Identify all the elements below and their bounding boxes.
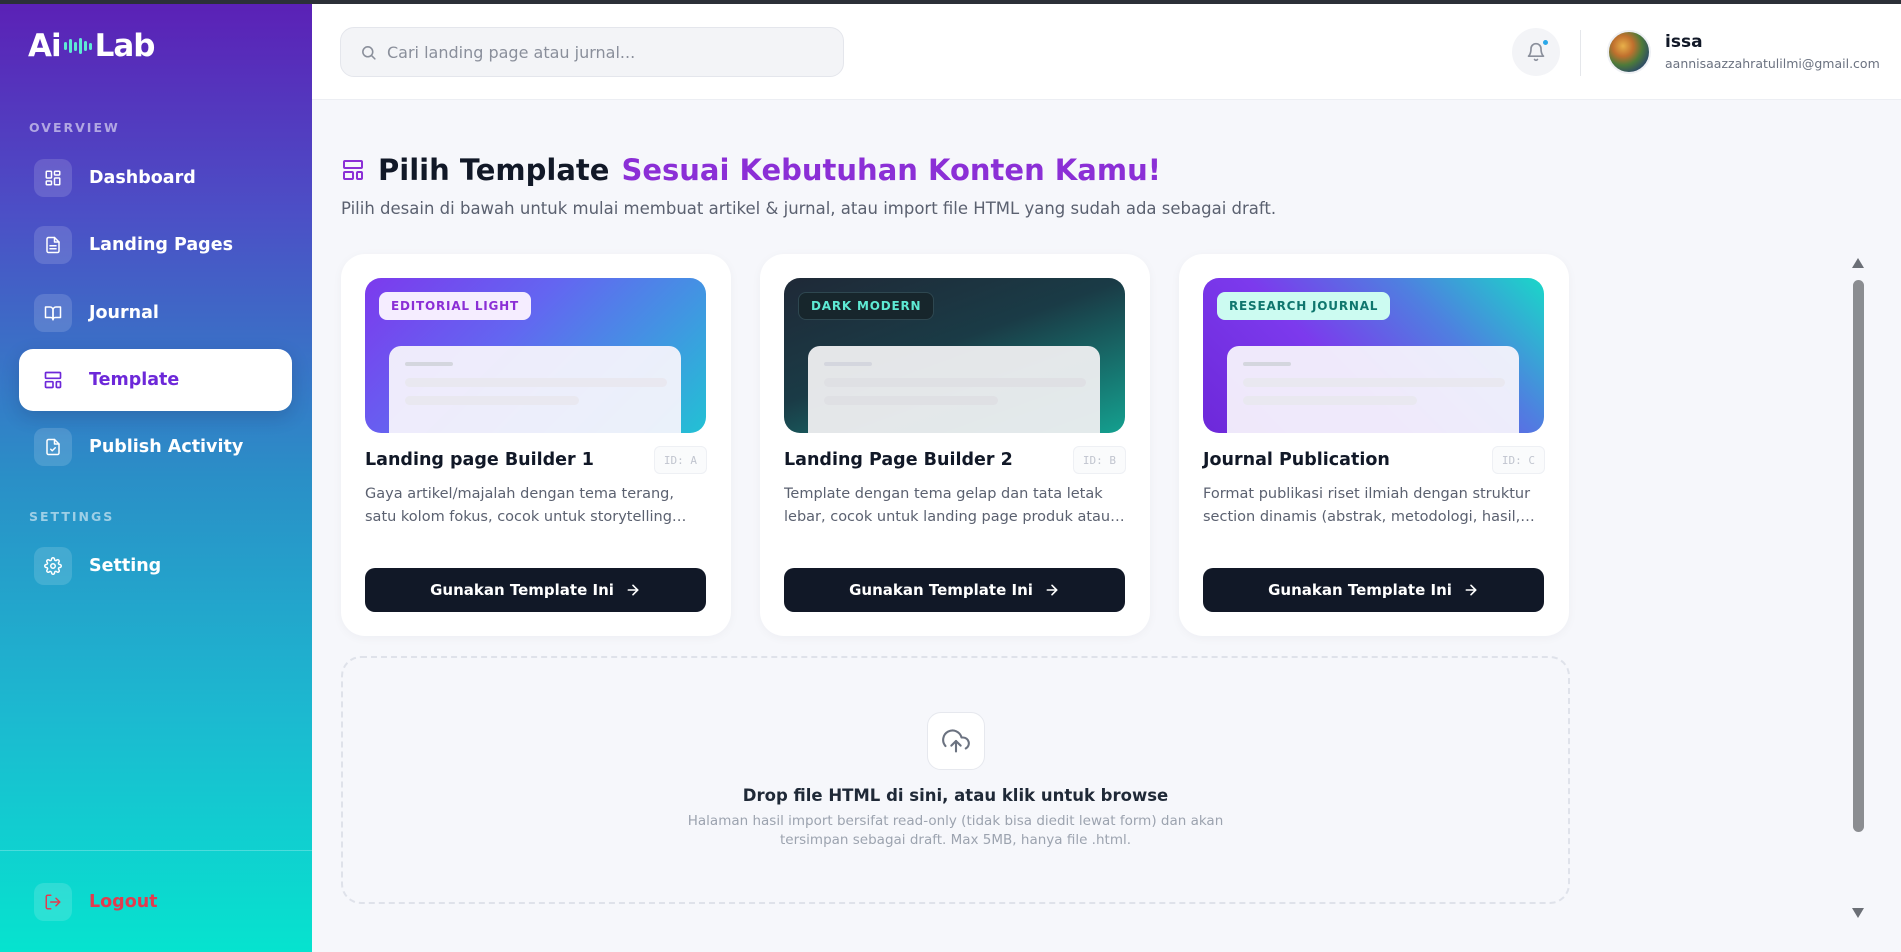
arrow-right-icon — [1463, 582, 1479, 598]
use-template-label: Gunakan Template Ini — [1268, 581, 1452, 599]
page-title-text: Pilih Template — [378, 153, 610, 187]
logo-text-left: Ai — [28, 28, 62, 64]
file-check-icon — [34, 428, 72, 466]
template-id-badge: ID: C — [1491, 446, 1545, 474]
logout-button[interactable]: Logout — [19, 871, 292, 933]
search-bar[interactable] — [340, 27, 844, 77]
logout-icon — [34, 883, 72, 921]
scroll-down-arrow-icon[interactable] — [1852, 908, 1864, 918]
template-description: Template dengan tema gelap dan tata leta… — [784, 486, 1111, 525]
sidebar-item-template[interactable]: Template — [19, 349, 292, 411]
book-open-icon — [34, 294, 72, 332]
template-title: Landing Page Builder 2 — [784, 450, 1013, 470]
notification-button[interactable] — [1512, 28, 1560, 76]
use-template-button[interactable]: Gunakan Template Ini — [365, 568, 706, 612]
sidebar-item-label: Setting — [89, 556, 162, 576]
template-id-badge: ID: B — [1072, 446, 1126, 474]
layout-template-icon — [34, 361, 72, 399]
template-card-editorial-light: EDITORIAL LIGHT Landing page Builder 1 I… — [341, 254, 731, 636]
use-template-button[interactable]: Gunakan Template Ini — [1203, 568, 1544, 612]
logout-label: Logout — [89, 892, 158, 912]
sidebar-item-setting[interactable]: Setting — [19, 535, 292, 597]
arrow-right-icon — [1044, 582, 1060, 598]
app-logo[interactable]: Ai Lab — [28, 26, 155, 66]
avatar[interactable] — [1607, 30, 1651, 74]
sidebar: Ai Lab OVERVIEW Dashboard Landing Pages … — [0, 4, 312, 952]
template-card-research-journal: RESEARCH JOURNAL Journal Publication ID:… — [1179, 254, 1569, 636]
waveform-icon — [63, 31, 92, 61]
dashboard-icon — [34, 159, 72, 197]
template-preview[interactable]: EDITORIAL LIGHT — [365, 278, 706, 433]
page-title-accent: Sesuai Kebutuhan Konten Kamu! — [621, 153, 1161, 187]
sidebar-item-dashboard[interactable]: Dashboard — [19, 147, 292, 209]
template-description: Gaya artikel/majalah dengan tema terang,… — [365, 486, 674, 525]
sidebar-item-publish-activity[interactable]: Publish Activity — [19, 416, 292, 478]
sidebar-item-label: Publish Activity — [89, 437, 244, 457]
upload-cloud-icon — [927, 712, 985, 770]
preview-mockup — [389, 346, 681, 433]
sidebar-item-label: Dashboard — [89, 168, 196, 188]
gear-icon — [34, 547, 72, 585]
dropzone-title: Drop file HTML di sini, atau klik untuk … — [742, 786, 1169, 805]
sidebar-divider — [0, 850, 312, 851]
sidebar-item-label: Journal — [89, 303, 159, 323]
notification-dot — [1541, 38, 1550, 47]
sidebar-item-label: Template — [89, 370, 180, 390]
top-header: issa aannisaazzahratulilmi@gmail.com — [312, 4, 1901, 100]
search-icon — [360, 44, 377, 61]
scrollbar[interactable] — [1849, 254, 1867, 922]
section-label-overview: OVERVIEW — [29, 120, 120, 135]
template-id-badge: ID: A — [653, 446, 707, 474]
dropzone-description: Halaman hasil import bersifat read-only … — [687, 813, 1224, 848]
sidebar-item-journal[interactable]: Journal — [19, 282, 292, 344]
scrollbar-thumb[interactable] — [1853, 280, 1864, 832]
template-title: Landing page Builder 1 — [365, 450, 594, 470]
page-subtitle: Pilih desain di bawah untuk mulai membua… — [341, 199, 1277, 218]
template-title: Journal Publication — [1203, 450, 1390, 470]
window-top-bar — [0, 0, 1901, 4]
html-import-dropzone[interactable]: Drop file HTML di sini, atau klik untuk … — [341, 656, 1570, 904]
section-label-settings: SETTINGS — [29, 509, 115, 524]
template-tag: DARK MODERN — [798, 292, 935, 320]
preview-mockup — [808, 346, 1100, 433]
user-email: aannisaazzahratulilmi@gmail.com — [1665, 56, 1880, 71]
sidebar-item-label: Landing Pages — [89, 235, 233, 255]
document-icon — [34, 226, 72, 264]
search-input[interactable] — [387, 42, 827, 62]
header-divider — [1580, 30, 1581, 76]
preview-mockup — [1227, 346, 1519, 433]
scroll-up-arrow-icon[interactable] — [1852, 258, 1864, 268]
logo-text-right: Lab — [94, 28, 156, 64]
use-template-label: Gunakan Template Ini — [430, 581, 614, 599]
layout-template-icon — [341, 158, 365, 182]
template-description: Format publikasi riset ilmiah dengan str… — [1203, 486, 1531, 525]
arrow-right-icon — [625, 582, 641, 598]
user-name[interactable]: issa — [1665, 32, 1703, 52]
page-title: Pilih Template Sesuai Kebutuhan Konten K… — [341, 150, 1161, 190]
template-preview[interactable]: DARK MODERN — [784, 278, 1125, 433]
template-tag: RESEARCH JOURNAL — [1217, 292, 1391, 320]
use-template-button[interactable]: Gunakan Template Ini — [784, 568, 1125, 612]
template-card-dark-modern: DARK MODERN Landing Page Builder 2 ID: B… — [760, 254, 1150, 636]
template-preview[interactable]: RESEARCH JOURNAL — [1203, 278, 1544, 433]
use-template-label: Gunakan Template Ini — [849, 581, 1033, 599]
template-tag: EDITORIAL LIGHT — [379, 292, 532, 320]
sidebar-item-landing-pages[interactable]: Landing Pages — [19, 214, 292, 276]
